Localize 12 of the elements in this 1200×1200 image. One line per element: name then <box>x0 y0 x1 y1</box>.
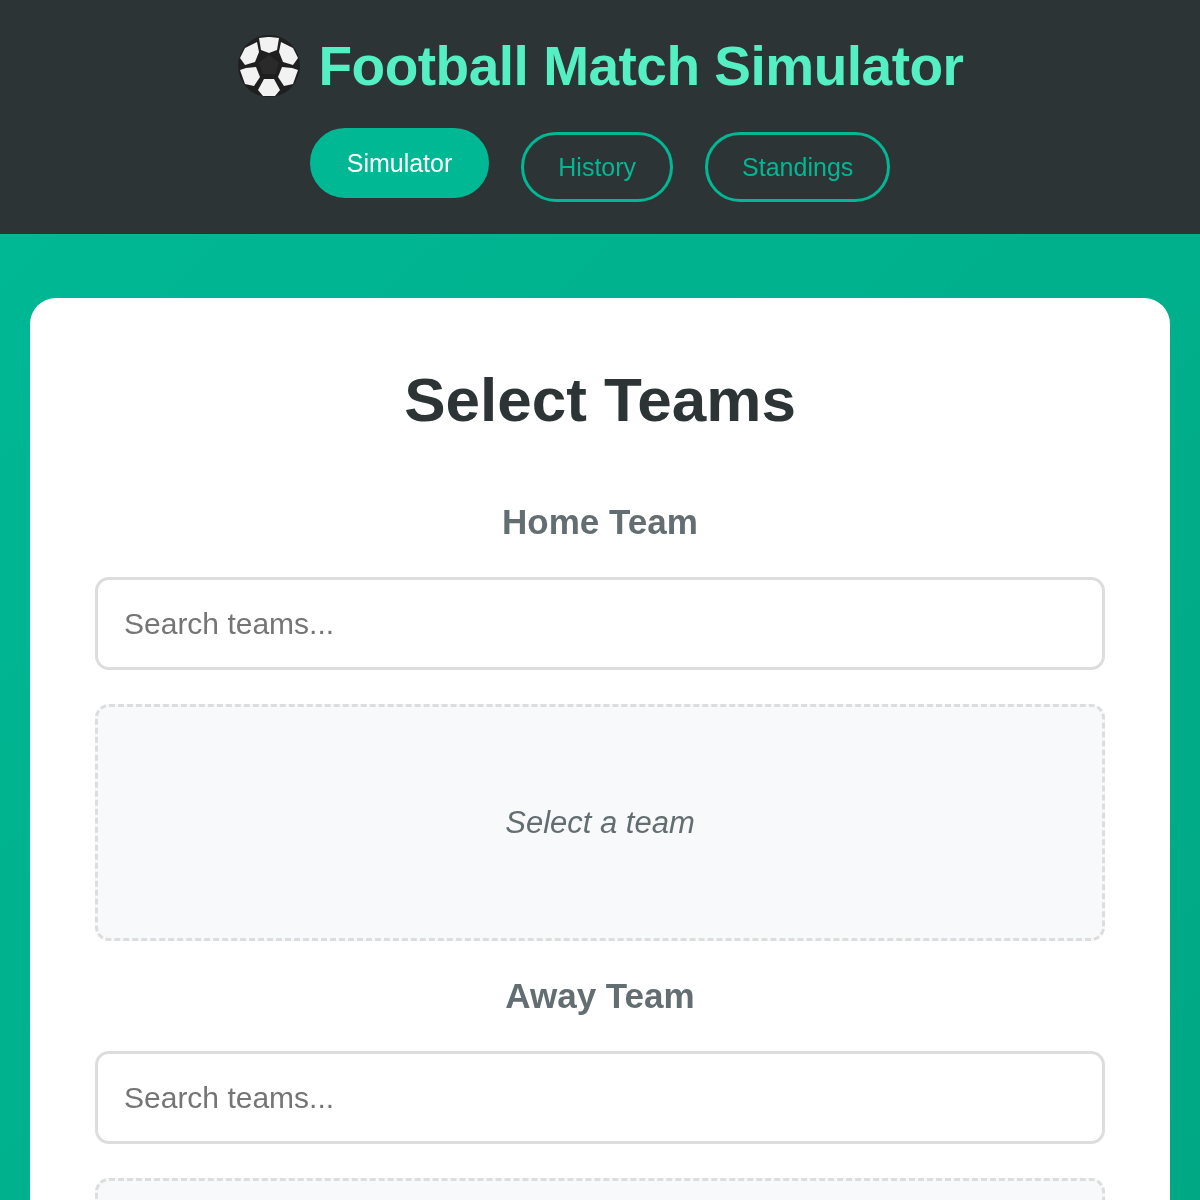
nav-tab[interactable]: Standings <box>705 132 891 202</box>
soccer-ball-icon <box>236 34 301 98</box>
team-label: Home Team <box>502 501 698 543</box>
team-label: Away Team <box>505 975 695 1017</box>
nav-tab[interactable]: Simulator <box>309 128 490 198</box>
empty-selection-text: Select a team <box>505 804 695 841</box>
section-title: Select Teams <box>404 364 796 436</box>
team-search-field[interactable]: Search teams... <box>95 577 1105 670</box>
nav-tab[interactable]: History <box>521 132 674 202</box>
team-search-field[interactable]: Search teams... <box>95 1051 1105 1144</box>
app-title: Football Match Simulator <box>318 34 964 98</box>
team-selection-box[interactable]: Select a team <box>95 704 1105 941</box>
